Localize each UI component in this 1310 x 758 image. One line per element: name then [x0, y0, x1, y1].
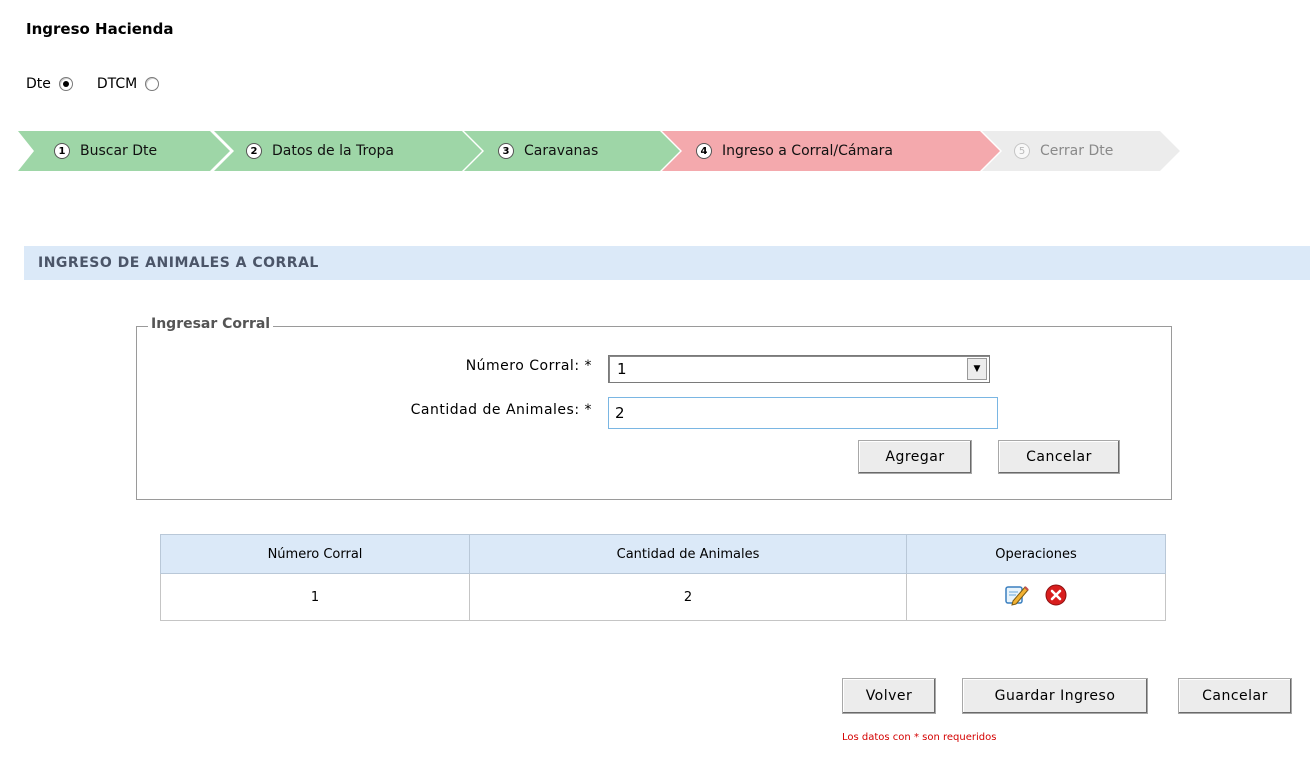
- step-label: Cerrar Dte: [1040, 143, 1114, 159]
- wizard-step-cerrar-dte[interactable]: 5 Cerrar Dte: [982, 131, 1180, 171]
- radio-dte[interactable]: [58, 77, 73, 91]
- back-button[interactable]: Volver: [842, 678, 936, 714]
- step-number-4: 4: [696, 143, 712, 159]
- add-button[interactable]: Agregar: [858, 440, 972, 474]
- section-header: INGRESO DE ANIMALES A CORRAL: [24, 246, 1310, 280]
- column-header-corral: Número Corral: [160, 534, 470, 574]
- column-header-cantidad: Cantidad de Animales: [469, 534, 907, 574]
- form-cancel-button[interactable]: Cancelar: [998, 440, 1120, 474]
- doc-type-selector: Dte DTCM: [26, 76, 183, 92]
- delete-icon[interactable]: [1044, 583, 1068, 607]
- cell-cantidad: 2: [469, 573, 907, 621]
- table-row: 1 2: [160, 573, 1166, 621]
- required-note: Los datos con * son requeridos: [842, 732, 997, 743]
- corral-table: Número Corral Cantidad de Animales Opera…: [160, 534, 1166, 621]
- step-label: Datos de la Tropa: [272, 143, 395, 159]
- dropdown-arrow-icon[interactable]: ▼: [967, 358, 987, 380]
- step-label: Buscar Dte: [80, 143, 158, 159]
- corral-select-value: 1: [617, 360, 627, 378]
- step-label: Ingreso a Corral/Cámara: [722, 143, 893, 159]
- wizard-steps: 1 Buscar Dte 2 Datos de la Tropa 3 Carav…: [18, 131, 1198, 171]
- radio-dtcm[interactable]: [145, 77, 160, 91]
- cell-operaciones: [906, 573, 1166, 621]
- step-number-1: 1: [54, 143, 70, 159]
- step-number-3: 3: [498, 143, 514, 159]
- step-number-2: 2: [246, 143, 262, 159]
- step-number-5: 5: [1014, 143, 1030, 159]
- fieldset-legend: Ingresar Corral: [148, 316, 274, 332]
- radio-label-dte: Dte: [26, 76, 51, 92]
- cancel-button[interactable]: Cancelar: [1178, 678, 1292, 714]
- wizard-step-datos-tropa[interactable]: 2 Datos de la Tropa: [214, 131, 482, 171]
- corral-select[interactable]: 1 ▼: [608, 355, 990, 383]
- page-title: Ingreso Hacienda: [26, 20, 174, 38]
- wizard-step-caravanas[interactable]: 3 Caravanas: [464, 131, 680, 171]
- wizard-step-buscar-dte[interactable]: 1 Buscar Dte: [18, 131, 230, 171]
- table-header-row: Número Corral Cantidad de Animales Opera…: [160, 534, 1166, 574]
- wizard-step-ingreso-corral[interactable]: 4 Ingreso a Corral/Cámara: [662, 131, 1000, 171]
- step-label: Caravanas: [524, 143, 599, 159]
- cantidad-label: Cantidad de Animales: *: [410, 402, 592, 418]
- column-header-operaciones: Operaciones: [906, 534, 1166, 574]
- cantidad-input[interactable]: [608, 397, 998, 429]
- corral-label: Número Corral: *: [465, 358, 592, 374]
- save-button[interactable]: Guardar Ingreso: [962, 678, 1148, 714]
- cell-corral: 1: [160, 573, 470, 621]
- edit-icon[interactable]: [1004, 583, 1030, 607]
- radio-label-dtcm: DTCM: [96, 76, 138, 92]
